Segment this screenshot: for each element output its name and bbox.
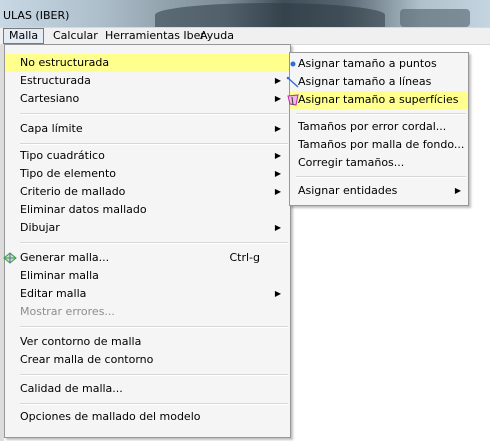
background-decoration: [155, 3, 385, 27]
menu-item-generar-malla[interactable]: Generar malla... Ctrl-g: [3, 249, 290, 267]
shortcut-label: Ctrl-g: [229, 251, 260, 264]
menu-item-editar-malla[interactable]: Editar malla ▶: [5, 285, 290, 303]
title-bar: ULAS (IBER): [0, 0, 490, 27]
submenu-separator: [296, 176, 466, 178]
submenu-item-corregir-tamanos[interactable]: Corregir tamaños...: [290, 154, 468, 172]
menu-item-criterio-de-mallado[interactable]: Criterio de mallado ▶: [5, 183, 290, 201]
menu-calcular[interactable]: Calcular: [48, 29, 103, 43]
menu-item-calidad-de-malla[interactable]: Calidad de malla...: [5, 380, 290, 398]
chevron-right-icon: ▶: [454, 186, 461, 195]
chevron-right-icon: ▶: [274, 169, 281, 178]
submenu-item-asignar-tamano-lineas[interactable]: Asignar tamaño a líneas: [286, 73, 468, 91]
menu-item-dibujar[interactable]: Dibujar ▶: [5, 219, 290, 237]
menu-item-tipo-cuadratico[interactable]: Tipo cuadrático ▶: [5, 147, 290, 165]
menu-separator: [20, 374, 288, 376]
submenu-item-asignar-tamano-puntos[interactable]: Asignar tamaño a puntos: [290, 55, 468, 73]
menu-herramientas-iber[interactable]: Herramientas Iber: [100, 29, 210, 43]
chevron-right-icon: ▶: [274, 151, 281, 160]
menu-item-eliminar-malla[interactable]: Eliminar malla: [5, 267, 290, 285]
chevron-right-icon: ▶: [274, 289, 281, 298]
submenu-item-tamanos-por-error-cordal[interactable]: Tamaños por error cordal...: [290, 118, 468, 136]
menu-separator: [20, 143, 288, 145]
menu-item-capa-limite[interactable]: Capa límite ▶: [5, 120, 290, 138]
menu-item-estructurada[interactable]: Estructurada ▶: [5, 72, 290, 90]
malla-dropdown-menu: No estructurada Estructurada ▶ Cartesian…: [3, 44, 291, 438]
menu-item-mostrar-errores: Mostrar errores...: [20, 305, 115, 318]
submenu-item-tamanos-por-malla-de-fondo[interactable]: Tamaños por malla de fondo...: [290, 136, 468, 154]
menu-item-crear-malla-de-contorno[interactable]: Crear malla de contorno: [5, 351, 290, 369]
menu-bar: Malla Calcular Herramientas Iber Ayuda: [0, 27, 490, 45]
background-decoration: [400, 9, 470, 27]
menu-separator: [20, 326, 288, 328]
chevron-right-icon: ▶: [274, 94, 281, 103]
mesh-icon: [3, 252, 17, 264]
menu-item-no-estructurada[interactable]: No estructurada: [5, 54, 290, 72]
menu-ayuda[interactable]: Ayuda: [195, 29, 239, 43]
menu-separator: [20, 403, 288, 405]
menu-malla[interactable]: Malla: [3, 28, 45, 44]
menu-item-opciones-de-mallado-del-modelo[interactable]: Opciones de mallado del modelo: [5, 408, 290, 426]
submenu-item-asignar-tamano-superficies[interactable]: Asignar tamaño a superfícies: [287, 91, 468, 109]
chevron-right-icon: ▶: [274, 187, 281, 196]
menu-separator: [20, 242, 288, 244]
submenu-separator: [296, 113, 466, 115]
no-estructurada-submenu: Asignar tamaño a puntos Asignar tamaño a…: [286, 52, 469, 206]
chevron-right-icon: ▶: [274, 223, 281, 232]
submenu-item-asignar-entidades[interactable]: Asignar entidades ▶: [290, 182, 468, 200]
menu-item-ver-contorno-de-malla[interactable]: Ver contorno de malla: [5, 333, 290, 351]
menu-item-cartesiano[interactable]: Cartesiano ▶: [5, 90, 290, 108]
menu-separator: [20, 113, 288, 115]
menu-item-tipo-de-elemento[interactable]: Tipo de elemento ▶: [5, 165, 290, 183]
window-title: ULAS (IBER): [3, 9, 70, 22]
chevron-right-icon: ▶: [274, 124, 281, 133]
menu-item-eliminar-datos-mallado[interactable]: Eliminar datos mallado: [5, 201, 290, 219]
chevron-right-icon: ▶: [274, 76, 281, 85]
